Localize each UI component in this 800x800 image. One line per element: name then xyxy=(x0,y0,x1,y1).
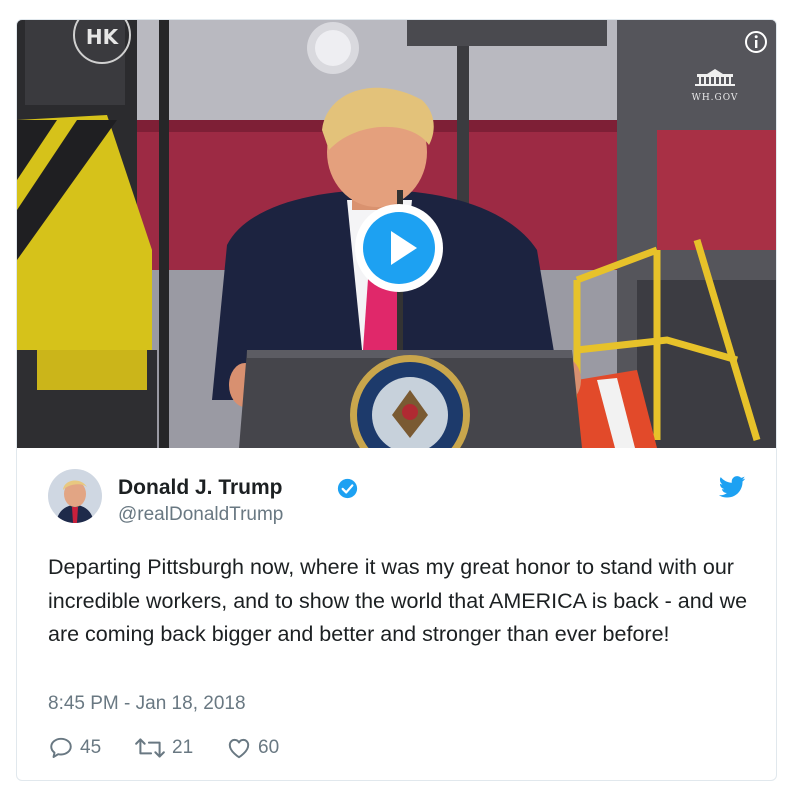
white-house-icon xyxy=(695,69,735,86)
avatar[interactable] xyxy=(48,469,102,523)
white-house-watermark: WH.GOV xyxy=(685,68,745,103)
author-handle[interactable]: @realDonaldTrump xyxy=(118,504,283,526)
info-icon[interactable] xyxy=(744,30,768,54)
verified-badge-icon xyxy=(337,478,358,499)
corner-logo-text: HK xyxy=(86,25,120,49)
tweet-card[interactable]: HK WH.GOV Donald J. Trump @realDonaldTru… xyxy=(16,19,777,781)
reply-count: 45 xyxy=(80,737,102,758)
retweet-button[interactable]: 21 xyxy=(134,733,193,763)
author-name[interactable]: Donald J. Trump xyxy=(118,475,283,501)
reply-button[interactable]: 45 xyxy=(48,733,101,763)
retweet-count: 21 xyxy=(172,737,194,758)
video-player[interactable]: HK WH.GOV xyxy=(17,20,776,448)
like-button[interactable]: 60 xyxy=(226,733,279,763)
play-button[interactable] xyxy=(354,203,444,293)
heart-icon xyxy=(228,738,250,759)
tweet-text: Departing Pittsburgh now, where it was m… xyxy=(48,555,748,646)
retweet-icon xyxy=(135,738,165,758)
watermark-text: WH.GOV xyxy=(691,93,739,103)
corner-logo-icon: HK xyxy=(73,20,131,64)
tweet-timestamp[interactable]: 8:45 PM - Jan 18, 2018 xyxy=(48,692,246,716)
reply-icon xyxy=(50,737,72,758)
avatar-image xyxy=(48,469,102,523)
like-count: 60 xyxy=(258,737,280,758)
twitter-bird-icon[interactable] xyxy=(719,476,746,498)
